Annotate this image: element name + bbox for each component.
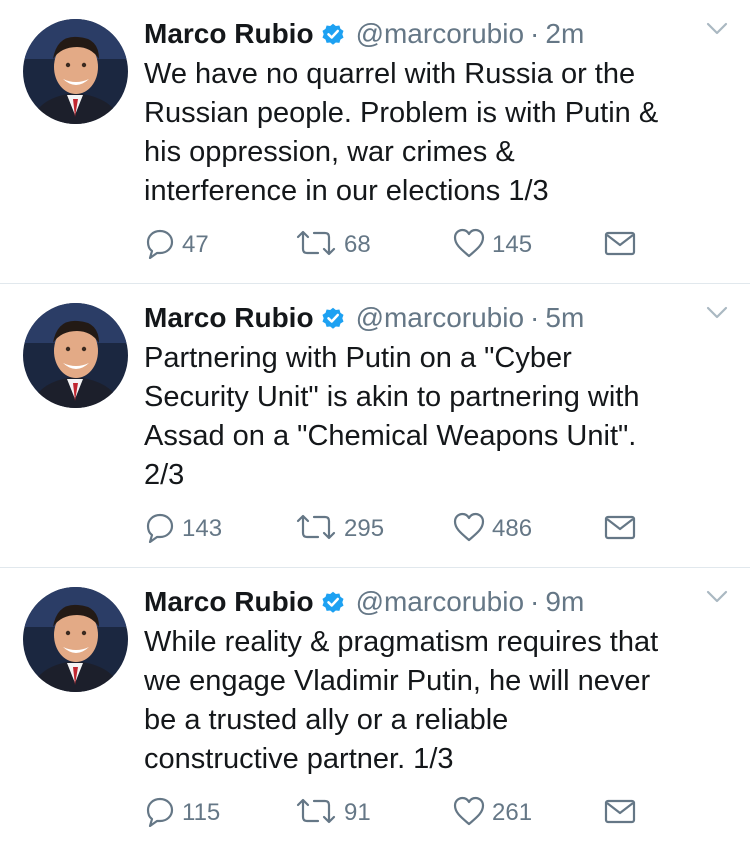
timeline: Marco Rubio @marcorubio · 2m We have no … (0, 0, 750, 852)
retweet-count: 68 (344, 231, 371, 258)
direct-message-button[interactable] (604, 511, 636, 547)
like-count: 145 (492, 231, 533, 258)
tweet-text: While reality & pragmatism requires that… (144, 626, 659, 775)
tweet-header: Marco Rubio @marcorubio · 9m (144, 582, 730, 622)
retweet-count: 91 (344, 799, 371, 826)
avatar[interactable] (23, 19, 128, 124)
heart-icon (452, 511, 486, 548)
retweet-count: 295 (344, 515, 385, 542)
direct-message-button[interactable] (604, 795, 636, 831)
heart-icon (452, 795, 486, 832)
envelope-icon (604, 229, 636, 262)
chevron-down-icon[interactable] (706, 22, 728, 41)
reply-count: 47 (182, 231, 209, 258)
envelope-icon (604, 797, 636, 830)
retweet-button[interactable]: 68 (294, 227, 371, 263)
like-button[interactable]: 261 (452, 795, 532, 831)
retweet-icon (294, 227, 338, 264)
verified-badge-icon (320, 21, 346, 47)
author-name[interactable]: Marco Rubio (144, 18, 314, 50)
verified-badge-icon (320, 305, 346, 331)
tweet[interactable]: Marco Rubio @marcorubio · 2m We have no … (0, 0, 750, 284)
like-button[interactable]: 486 (452, 511, 532, 547)
reply-count: 115 (182, 799, 221, 826)
chevron-down-icon[interactable] (706, 306, 728, 325)
tweet[interactable]: Marco Rubio @marcorubio · 9m While reali… (0, 568, 750, 852)
retweet-icon (294, 511, 338, 548)
separator-dot: · (530, 18, 540, 49)
like-count: 486 (492, 515, 533, 542)
chevron-down-icon[interactable] (706, 590, 728, 609)
avatar[interactable] (23, 303, 128, 408)
tweet-text: Partnering with Putin on a "Cyber Securi… (144, 342, 640, 491)
like-count: 261 (492, 799, 533, 826)
retweet-button[interactable]: 295 (294, 511, 384, 547)
author-name[interactable]: Marco Rubio (144, 586, 314, 618)
envelope-icon (604, 513, 636, 546)
separator-dot: · (530, 586, 540, 617)
author-name[interactable]: Marco Rubio (144, 302, 314, 334)
action-bar: 143 295 486 (144, 511, 710, 547)
author-handle[interactable]: @marcorubio (356, 18, 524, 50)
retweet-icon (294, 795, 338, 832)
reply-count: 143 (182, 515, 223, 542)
reply-icon (144, 227, 176, 264)
action-bar: 47 68 145 (144, 227, 710, 263)
tweet-header: Marco Rubio @marcorubio · 5m (144, 298, 730, 338)
heart-icon (452, 227, 486, 264)
timestamp[interactable]: 2m (545, 18, 584, 50)
avatar[interactable] (23, 587, 128, 692)
author-handle[interactable]: @marcorubio (356, 302, 524, 334)
retweet-button[interactable]: 91 (294, 795, 371, 831)
timestamp[interactable]: 5m (545, 302, 584, 334)
like-button[interactable]: 145 (452, 227, 532, 263)
separator-dot: · (530, 302, 540, 333)
reply-icon (144, 511, 176, 548)
tweet-text: We have no quarrel with Russia or the Ru… (144, 58, 659, 207)
direct-message-button[interactable] (604, 227, 636, 263)
reply-icon (144, 795, 176, 832)
reply-button[interactable]: 143 (144, 511, 222, 547)
timestamp[interactable]: 9m (545, 586, 584, 618)
action-bar: 115 91 261 (144, 795, 710, 831)
reply-button[interactable]: 47 (144, 227, 209, 263)
tweet[interactable]: Marco Rubio @marcorubio · 5m Partnering … (0, 284, 750, 568)
reply-button[interactable]: 115 (144, 795, 220, 831)
author-handle[interactable]: @marcorubio (356, 586, 524, 618)
verified-badge-icon (320, 589, 346, 615)
tweet-header: Marco Rubio @marcorubio · 2m (144, 14, 730, 54)
